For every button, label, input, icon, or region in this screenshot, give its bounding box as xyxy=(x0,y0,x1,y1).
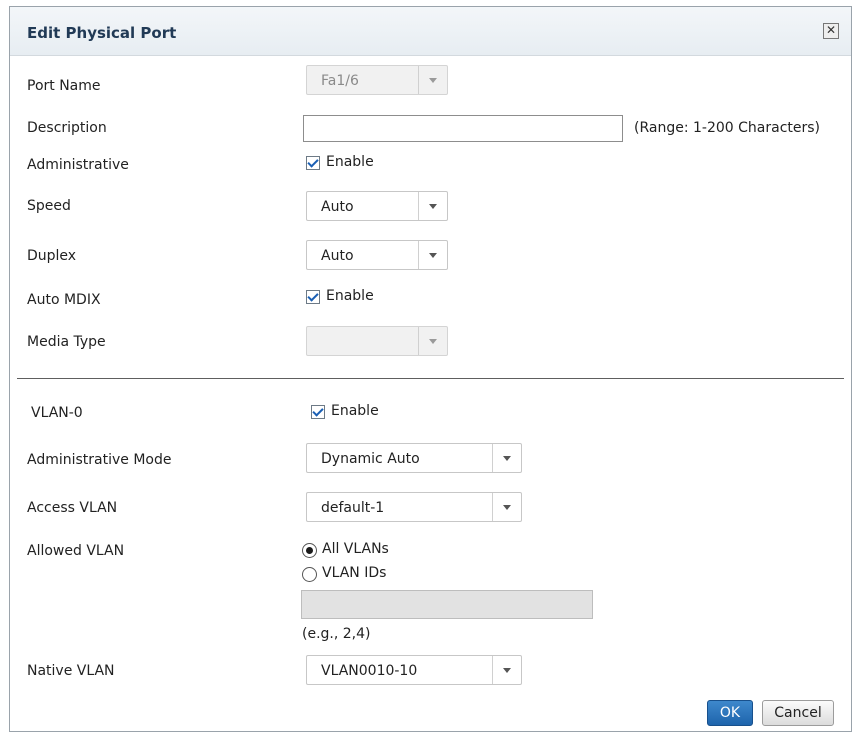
port-name-label: Port Name xyxy=(27,78,101,94)
native-vlan-value: VLAN0010-10 xyxy=(321,663,418,679)
auto-mdix-checkbox-label: Enable xyxy=(326,288,374,304)
vlan0-checkbox[interactable] xyxy=(311,405,325,419)
administrative-mode-select[interactable]: Dynamic Auto xyxy=(306,443,522,473)
native-vlan-label: Native VLAN xyxy=(27,663,115,679)
dialog-title: Edit Physical Port xyxy=(27,24,177,42)
dialog-title-bar: Edit Physical Port ✕ xyxy=(10,7,851,56)
chevron-down-icon xyxy=(418,241,447,269)
chevron-down-icon xyxy=(492,493,521,521)
section-divider xyxy=(17,378,844,379)
chevron-down-icon xyxy=(492,656,521,684)
vlan0-label: VLAN-0 xyxy=(31,405,83,421)
native-vlan-select[interactable]: VLAN0010-10 xyxy=(306,655,522,685)
chevron-down-icon xyxy=(418,327,447,355)
description-input[interactable] xyxy=(303,115,623,142)
close-icon[interactable]: ✕ xyxy=(823,23,839,39)
ok-button[interactable]: OK xyxy=(707,700,753,726)
chevron-down-icon xyxy=(492,444,521,472)
vlan0-checkbox-label: Enable xyxy=(331,403,379,419)
administrative-checkbox[interactable] xyxy=(306,156,320,170)
all-vlans-radio-label: All VLANs xyxy=(322,541,389,557)
vlan-ids-input[interactable] xyxy=(301,590,593,619)
auto-mdix-checkbox[interactable] xyxy=(306,290,320,304)
port-name-select: Fa1/6 xyxy=(306,65,448,95)
cancel-button[interactable]: Cancel xyxy=(762,700,834,726)
description-label: Description xyxy=(27,120,107,136)
administrative-mode-value: Dynamic Auto xyxy=(321,451,420,467)
auto-mdix-label: Auto MDIX xyxy=(27,292,101,308)
administrative-mode-label: Administrative Mode xyxy=(27,452,172,468)
description-range-hint: (Range: 1-200 Characters) xyxy=(634,120,821,136)
speed-select[interactable]: Auto xyxy=(306,191,448,221)
administrative-label: Administrative xyxy=(27,157,129,173)
vlan-ids-example-hint: (e.g., 2,4) xyxy=(302,626,371,642)
vlan-ids-radio-label: VLAN IDs xyxy=(322,565,387,581)
access-vlan-value: default-1 xyxy=(321,500,385,516)
access-vlan-select[interactable]: default-1 xyxy=(306,492,522,522)
media-type-label: Media Type xyxy=(27,334,106,350)
speed-value: Auto xyxy=(321,199,354,215)
vlan-ids-radio[interactable] xyxy=(302,567,317,582)
duplex-label: Duplex xyxy=(27,248,77,264)
edit-physical-port-dialog: Edit Physical Port ✕ Port Name Fa1/6 Des… xyxy=(9,6,852,732)
speed-label: Speed xyxy=(27,198,71,214)
chevron-down-icon xyxy=(418,192,447,220)
duplex-value: Auto xyxy=(321,248,354,264)
allowed-vlan-label: Allowed VLAN xyxy=(27,543,125,559)
all-vlans-radio[interactable] xyxy=(302,543,317,558)
administrative-checkbox-label: Enable xyxy=(326,154,374,170)
chevron-down-icon xyxy=(418,66,447,94)
duplex-select[interactable]: Auto xyxy=(306,240,448,270)
port-name-value: Fa1/6 xyxy=(321,73,359,89)
media-type-select xyxy=(306,326,448,356)
access-vlan-label: Access VLAN xyxy=(27,500,118,516)
